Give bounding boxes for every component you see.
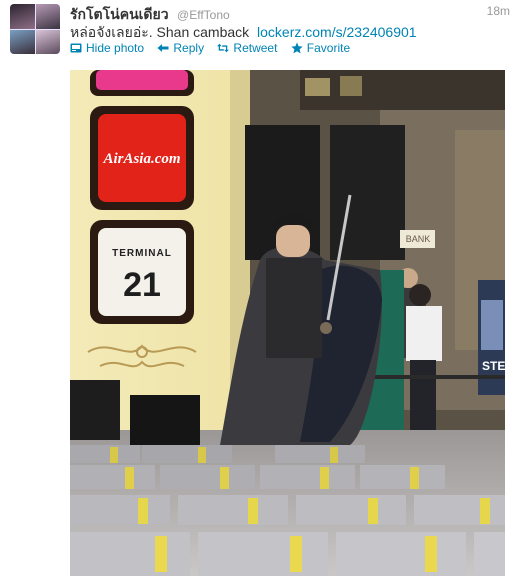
photo-icon — [70, 43, 82, 53]
avatar-tile — [35, 29, 60, 54]
retweet-label: Retweet — [233, 41, 278, 55]
favorite-button[interactable]: Favorite — [291, 41, 350, 55]
bank-sign-text: BANK — [406, 234, 431, 244]
retweet-button[interactable]: Retweet — [217, 41, 277, 55]
ceiling-light — [340, 76, 362, 96]
tweet-photo[interactable]: AirAsia.com TERMINAL 21 BANK STE — [70, 70, 505, 576]
airasia-sign-text: AirAsia.com — [102, 151, 180, 167]
avatar-tile — [10, 29, 35, 54]
equipment — [130, 395, 200, 445]
reply-arrow-icon — [157, 44, 169, 52]
tweet-header: รักโตโน่คนเดียว @EffTono 18m — [70, 4, 510, 22]
terminal-sign-label: TERMINAL — [112, 248, 172, 259]
queue-rope — [370, 375, 505, 379]
screen-name[interactable]: @EffTono — [177, 8, 230, 22]
photo-scene: AirAsia.com TERMINAL 21 BANK STE — [70, 70, 505, 576]
display-name[interactable]: รักโตโน่คนเดียว — [70, 6, 169, 22]
tweet-text-body: หล่อจังเลยอ่ะ. Shan camback — [70, 24, 250, 40]
tweet-actions: Hide photo Reply Retweet Favorite — [70, 41, 360, 57]
retweet-icon — [217, 43, 230, 53]
poster-image — [481, 300, 503, 350]
hide-photo-label: Hide photo — [86, 41, 145, 55]
avatar-tile — [10, 4, 35, 29]
reply-label: Reply — [173, 41, 205, 55]
ceiling-light — [305, 78, 330, 96]
pink-sign — [96, 70, 188, 90]
timestamp[interactable]: 18m — [487, 4, 510, 18]
poster-text: STE — [482, 359, 505, 373]
avatar[interactable] — [10, 4, 60, 54]
ceiling — [300, 70, 505, 110]
star-icon — [291, 42, 303, 54]
tweet-card: รักโตโน่คนเดียว @EffTono 18m หล่อจังเลยอ… — [0, 0, 520, 576]
hide-photo-button[interactable]: Hide photo — [70, 41, 144, 55]
terminal-sign-number: 21 — [123, 266, 161, 304]
tweet-link[interactable]: lockerz.com/s/232406901 — [257, 24, 417, 40]
favorite-label: Favorite — [306, 41, 351, 55]
equipment — [70, 380, 120, 440]
reply-button[interactable]: Reply — [157, 41, 204, 55]
avatar-tile — [35, 4, 60, 29]
